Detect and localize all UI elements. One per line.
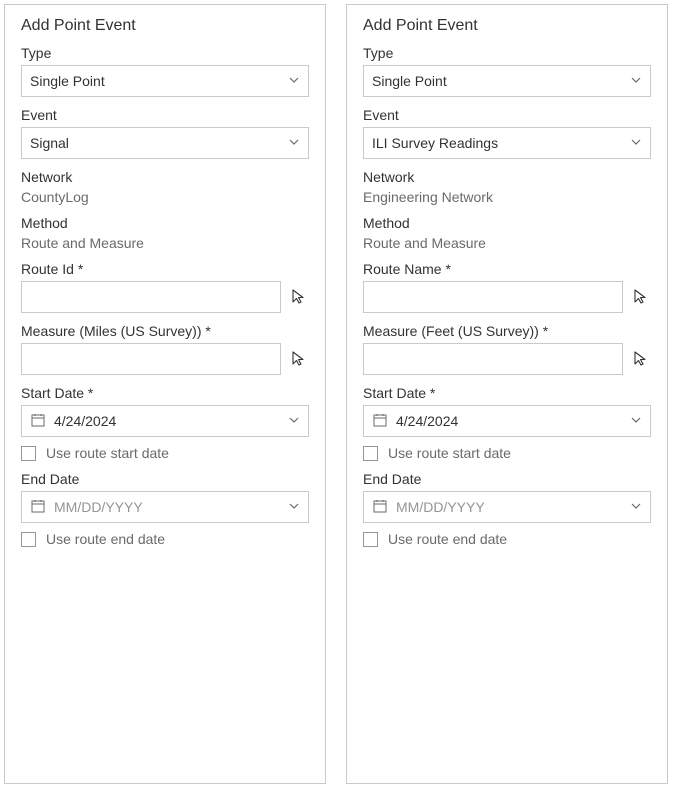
method-label: Method [21, 215, 309, 231]
chevron-down-icon [288, 413, 300, 429]
add-point-event-panel: Add Point Event Type Single Point Event … [346, 4, 668, 784]
chevron-down-icon [630, 135, 642, 151]
chevron-down-icon [288, 499, 300, 515]
network-label: Network [363, 169, 651, 185]
chevron-down-icon [288, 73, 300, 89]
calendar-icon [372, 498, 388, 517]
end-date-picker[interactable]: MM/DD/YYYY [21, 491, 309, 523]
use-route-start-label: Use route start date [46, 445, 169, 461]
use-route-end-label: Use route end date [46, 531, 165, 547]
pick-measure-button[interactable] [631, 349, 651, 369]
route-label: Route Name * [363, 261, 651, 277]
use-route-end-label: Use route end date [388, 531, 507, 547]
event-label: Event [363, 107, 651, 123]
type-label: Type [21, 45, 309, 61]
chevron-down-icon [630, 413, 642, 429]
cursor-icon [633, 288, 649, 307]
panel-title: Add Point Event [21, 17, 309, 35]
type-label: Type [363, 45, 651, 61]
chevron-down-icon [630, 73, 642, 89]
start-date-label: Start Date * [363, 385, 651, 401]
type-value: Single Point [30, 73, 288, 89]
method-value: Route and Measure [363, 235, 651, 251]
measure-input[interactable] [21, 343, 281, 375]
measure-label: Measure (Miles (US Survey)) * [21, 323, 309, 339]
route-label: Route Id * [21, 261, 309, 277]
type-select[interactable]: Single Point [363, 65, 651, 97]
calendar-icon [372, 412, 388, 431]
use-route-end-checkbox[interactable] [21, 532, 36, 547]
route-input[interactable] [363, 281, 623, 313]
start-date-picker[interactable]: 4/24/2024 [21, 405, 309, 437]
method-value: Route and Measure [21, 235, 309, 251]
chevron-down-icon [630, 499, 642, 515]
use-route-start-checkbox[interactable] [21, 446, 36, 461]
cursor-icon [291, 288, 307, 307]
event-label: Event [21, 107, 309, 123]
start-date-value: 4/24/2024 [396, 413, 622, 429]
method-label: Method [363, 215, 651, 231]
chevron-down-icon [288, 135, 300, 151]
type-value: Single Point [372, 73, 630, 89]
pick-measure-button[interactable] [289, 349, 309, 369]
measure-label: Measure (Feet (US Survey)) * [363, 323, 651, 339]
type-select[interactable]: Single Point [21, 65, 309, 97]
pick-route-button[interactable] [631, 287, 651, 307]
end-date-label: End Date [363, 471, 651, 487]
end-date-placeholder: MM/DD/YYYY [54, 499, 280, 515]
start-date-picker[interactable]: 4/24/2024 [363, 405, 651, 437]
start-date-label: Start Date * [21, 385, 309, 401]
network-value: CountyLog [21, 189, 309, 205]
start-date-value: 4/24/2024 [54, 413, 280, 429]
calendar-icon [30, 498, 46, 517]
cursor-icon [633, 350, 649, 369]
panel-title: Add Point Event [363, 17, 651, 35]
network-label: Network [21, 169, 309, 185]
network-value: Engineering Network [363, 189, 651, 205]
route-input[interactable] [21, 281, 281, 313]
measure-input[interactable] [363, 343, 623, 375]
use-route-start-label: Use route start date [388, 445, 511, 461]
event-select[interactable]: ILI Survey Readings [363, 127, 651, 159]
end-date-placeholder: MM/DD/YYYY [396, 499, 622, 515]
event-value: Signal [30, 135, 288, 151]
use-route-end-checkbox[interactable] [363, 532, 378, 547]
event-value: ILI Survey Readings [372, 135, 630, 151]
calendar-icon [30, 412, 46, 431]
event-select[interactable]: Signal [21, 127, 309, 159]
cursor-icon [291, 350, 307, 369]
use-route-start-checkbox[interactable] [363, 446, 378, 461]
add-point-event-panel: Add Point Event Type Single Point Event … [4, 4, 326, 784]
end-date-label: End Date [21, 471, 309, 487]
end-date-picker[interactable]: MM/DD/YYYY [363, 491, 651, 523]
pick-route-button[interactable] [289, 287, 309, 307]
